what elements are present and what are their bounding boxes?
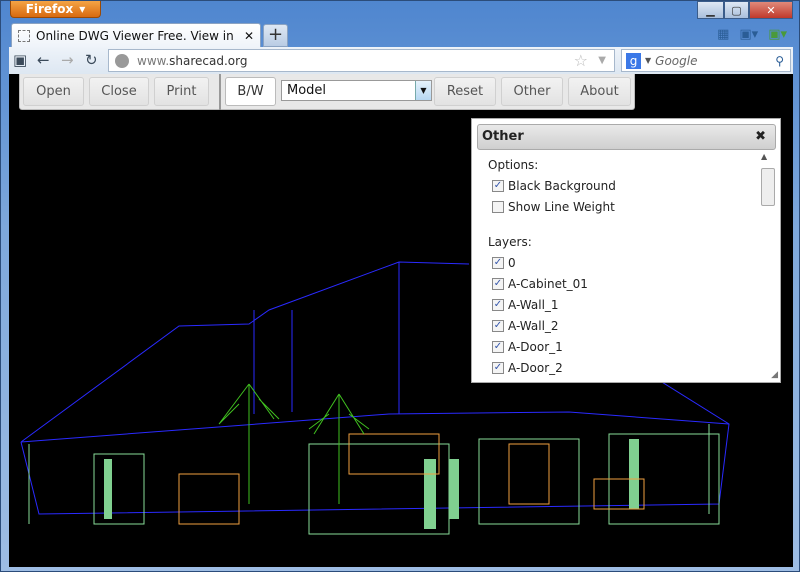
- engine-dropdown-icon[interactable]: ▼: [645, 56, 651, 65]
- option-label: Black Background: [508, 178, 616, 193]
- layer-item[interactable]: ✓ A-Door_1: [488, 336, 616, 357]
- option-label: Show Line Weight: [508, 199, 615, 214]
- scroll-up-icon[interactable]: ▲: [761, 152, 767, 161]
- layer-label: A-Door_2: [508, 360, 563, 375]
- history-dropdown-icon[interactable]: ▼: [598, 55, 606, 66]
- toolbar-divider: [219, 74, 221, 110]
- view-select-value: Model: [287, 83, 327, 98]
- layers-label: Layers:: [488, 235, 532, 249]
- firefox-label: Firefox: [25, 2, 74, 16]
- other-button[interactable]: Other: [501, 77, 563, 106]
- url-host: www.: [137, 53, 170, 68]
- addon-icon[interactable]: ▣▾: [739, 27, 758, 42]
- checkbox[interactable]: ✓: [492, 319, 504, 332]
- new-tab-button[interactable]: +: [263, 24, 288, 47]
- about-button[interactable]: About: [568, 77, 631, 106]
- close-button[interactable]: Close: [89, 77, 149, 106]
- print-button[interactable]: Print: [154, 77, 209, 106]
- window-controls: ▁ ▢ ✕: [697, 1, 793, 19]
- close-window-button[interactable]: ✕: [749, 1, 793, 19]
- favicon-icon: [18, 30, 30, 42]
- firefox-menu-button[interactable]: Firefox ▾: [10, 1, 101, 18]
- option-black-background[interactable]: ✓ Black Background: [488, 175, 616, 196]
- dropdown-arrow-icon: ▾: [79, 2, 86, 16]
- google-icon[interactable]: g: [626, 52, 641, 69]
- close-tab-icon[interactable]: ✕: [244, 29, 254, 43]
- bookmark-star-icon[interactable]: ☆: [574, 51, 588, 70]
- bw-button[interactable]: B/W: [225, 77, 276, 106]
- browser-tab[interactable]: Online DWG Viewer Free. View in web... ✕: [11, 23, 261, 48]
- checkbox[interactable]: ✓: [492, 340, 504, 353]
- open-button[interactable]: Open: [23, 77, 84, 106]
- checkbox[interactable]: ✓: [492, 298, 504, 311]
- layer-item[interactable]: ✓ 0: [488, 252, 616, 273]
- browser-window: Firefox ▾ ▁ ▢ ✕ Online DWG Viewer Free. V…: [0, 0, 800, 572]
- options-label: Options:: [488, 158, 539, 172]
- checkbox[interactable]: ✓: [492, 361, 504, 374]
- search-icon[interactable]: ⚲: [775, 54, 784, 68]
- checkbox[interactable]: ✓: [492, 179, 504, 192]
- cad-viewer[interactable]: Open Close Print B/W Model ▼ Reset Other …: [9, 74, 793, 567]
- panel-header[interactable]: Other ✖: [477, 124, 776, 150]
- globe-icon: [115, 53, 129, 68]
- checkbox[interactable]: [492, 200, 504, 213]
- minimize-button[interactable]: ▁: [697, 1, 724, 19]
- search-placeholder: Google: [655, 53, 698, 68]
- url-domain: sharecad.org: [169, 53, 248, 68]
- panel-scrollbar[interactable]: ▲: [761, 152, 775, 380]
- addon-green-icon[interactable]: ▣▾: [768, 27, 787, 42]
- layer-label: A-Wall_2: [508, 318, 559, 333]
- checkbox[interactable]: ✓: [492, 277, 504, 290]
- layer-label: A-Wall_1: [508, 297, 559, 312]
- scroll-thumb[interactable]: [761, 168, 775, 206]
- select-arrow-icon[interactable]: ▼: [415, 81, 431, 100]
- tab-groups-icon[interactable]: ▦: [717, 27, 729, 42]
- layer-item[interactable]: ✓ A-Cabinet_01: [488, 273, 616, 294]
- resize-grip-icon[interactable]: ◢: [771, 370, 778, 380]
- url-bar[interactable]: www.sharecad.org ☆ ▼: [108, 49, 615, 72]
- option-show-line-weight[interactable]: Show Line Weight: [488, 196, 616, 217]
- tab-title: Online DWG Viewer Free. View in web...: [36, 29, 238, 43]
- viewer-toolbar: Open Close Print B/W Model ▼ Reset Other …: [19, 74, 635, 110]
- maximize-button[interactable]: ▢: [724, 1, 749, 19]
- layer-item[interactable]: ✓ A-Wall_1: [488, 294, 616, 315]
- reset-button[interactable]: Reset: [434, 77, 496, 106]
- layer-label: 0: [508, 255, 516, 270]
- layer-item[interactable]: ✓ A-Wall_2: [488, 315, 616, 336]
- checkbox[interactable]: ✓: [492, 256, 504, 269]
- panel-title: Other: [482, 129, 524, 144]
- back-icon[interactable]: ←: [37, 51, 50, 69]
- layer-label: A-Door_1: [508, 339, 563, 354]
- other-panel: Other ✖ Options: ✓ Black Background Show L…: [471, 118, 781, 383]
- close-icon[interactable]: ✖: [755, 125, 766, 149]
- view-select[interactable]: Model ▼: [281, 80, 432, 101]
- forward-icon[interactable]: →: [61, 51, 74, 69]
- layer-item[interactable]: ✓ A-Door_2: [488, 357, 616, 378]
- search-box[interactable]: g ▼ Google ⚲: [621, 49, 791, 72]
- layer-label: A-Cabinet_01: [508, 276, 588, 291]
- bookmarks-icon[interactable]: ▣: [13, 51, 27, 69]
- navigation-bar: ▣ ← → ↻ www.sharecad.org ☆ ▼ g ▼ Google ⚲: [9, 47, 793, 74]
- reload-icon[interactable]: ↻: [85, 51, 98, 69]
